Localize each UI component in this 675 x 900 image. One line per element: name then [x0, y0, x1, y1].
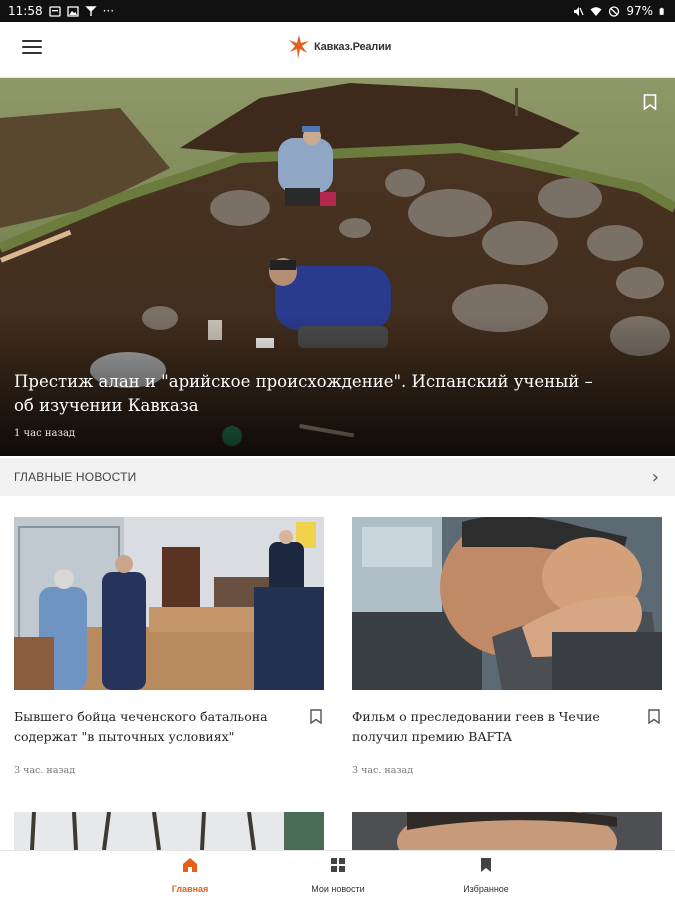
status-bar: 11:58 ··· 97% — [0, 0, 675, 22]
card-time: 3 час. назад — [352, 765, 414, 776]
app-bar: Кавказ.Реалии — [0, 22, 675, 78]
battery-percent: 97% — [626, 4, 653, 18]
bookmark-icon[interactable] — [648, 709, 660, 724]
hero-time: 1 час назад — [14, 428, 76, 439]
news-card-partial[interactable] — [352, 812, 662, 850]
card-image — [352, 812, 662, 850]
bookmark-icon[interactable] — [310, 709, 322, 724]
news-card-partial[interactable] — [14, 812, 324, 850]
status-left: 11:58 ··· — [8, 4, 114, 18]
card-title[interactable]: Бывшего бойца чеченского батальона содер… — [14, 707, 284, 747]
home-icon — [183, 858, 197, 872]
hero-article[interactable]: Престиж алан и "арийское происхождение".… — [0, 78, 675, 456]
nav-label: Мои новости — [311, 884, 365, 894]
chevron-right-icon: › — [651, 466, 659, 488]
hero-title[interactable]: Престиж алан и "арийское происхождение".… — [14, 370, 605, 418]
grid-icon — [331, 858, 345, 872]
nav-my-news[interactable]: Мои новости — [288, 857, 388, 896]
bottom-navigation: Главная Мои новости Избранное — [0, 850, 675, 900]
card-image — [14, 517, 324, 690]
app-logo[interactable]: Кавказ.Реалии — [288, 34, 391, 60]
card-image — [352, 517, 662, 690]
wifi-icon — [590, 6, 602, 16]
card-time: 3 час. назад — [14, 765, 76, 776]
nav-home[interactable]: Главная — [140, 857, 240, 896]
news-card[interactable]: Фильм о преследовании геев в Чечие получ… — [352, 517, 662, 776]
image-icon — [66, 5, 79, 17]
dnd-icon — [609, 5, 620, 17]
hamburger-menu-icon[interactable] — [22, 40, 42, 56]
notification-icon — [48, 5, 61, 17]
logo-flame-icon — [289, 35, 309, 59]
nav-favorites[interactable]: Избранное — [436, 857, 536, 896]
status-time: 11:58 — [8, 4, 43, 18]
logo-text: Кавказ.Реалии — [314, 41, 392, 53]
tool-icon — [84, 5, 97, 16]
card-image — [14, 812, 324, 850]
section-title: ГЛАВНЫЕ НОВОСТИ — [14, 470, 137, 484]
section-top-news[interactable]: ГЛАВНЫЕ НОВОСТИ › — [0, 458, 675, 496]
battery-icon — [659, 7, 664, 15]
nav-label: Избранное — [463, 884, 509, 894]
card-title[interactable]: Фильм о преследовании геев в Чечие получ… — [352, 707, 622, 747]
status-right: 97% — [572, 4, 667, 18]
bookmark-icon[interactable] — [643, 94, 657, 110]
status-more: ··· — [102, 4, 115, 18]
nav-label: Главная — [171, 884, 209, 894]
mute-icon — [574, 6, 584, 16]
bookmark-icon — [481, 858, 491, 872]
news-card[interactable]: Бывшего бойца чеченского батальона содер… — [14, 517, 324, 776]
